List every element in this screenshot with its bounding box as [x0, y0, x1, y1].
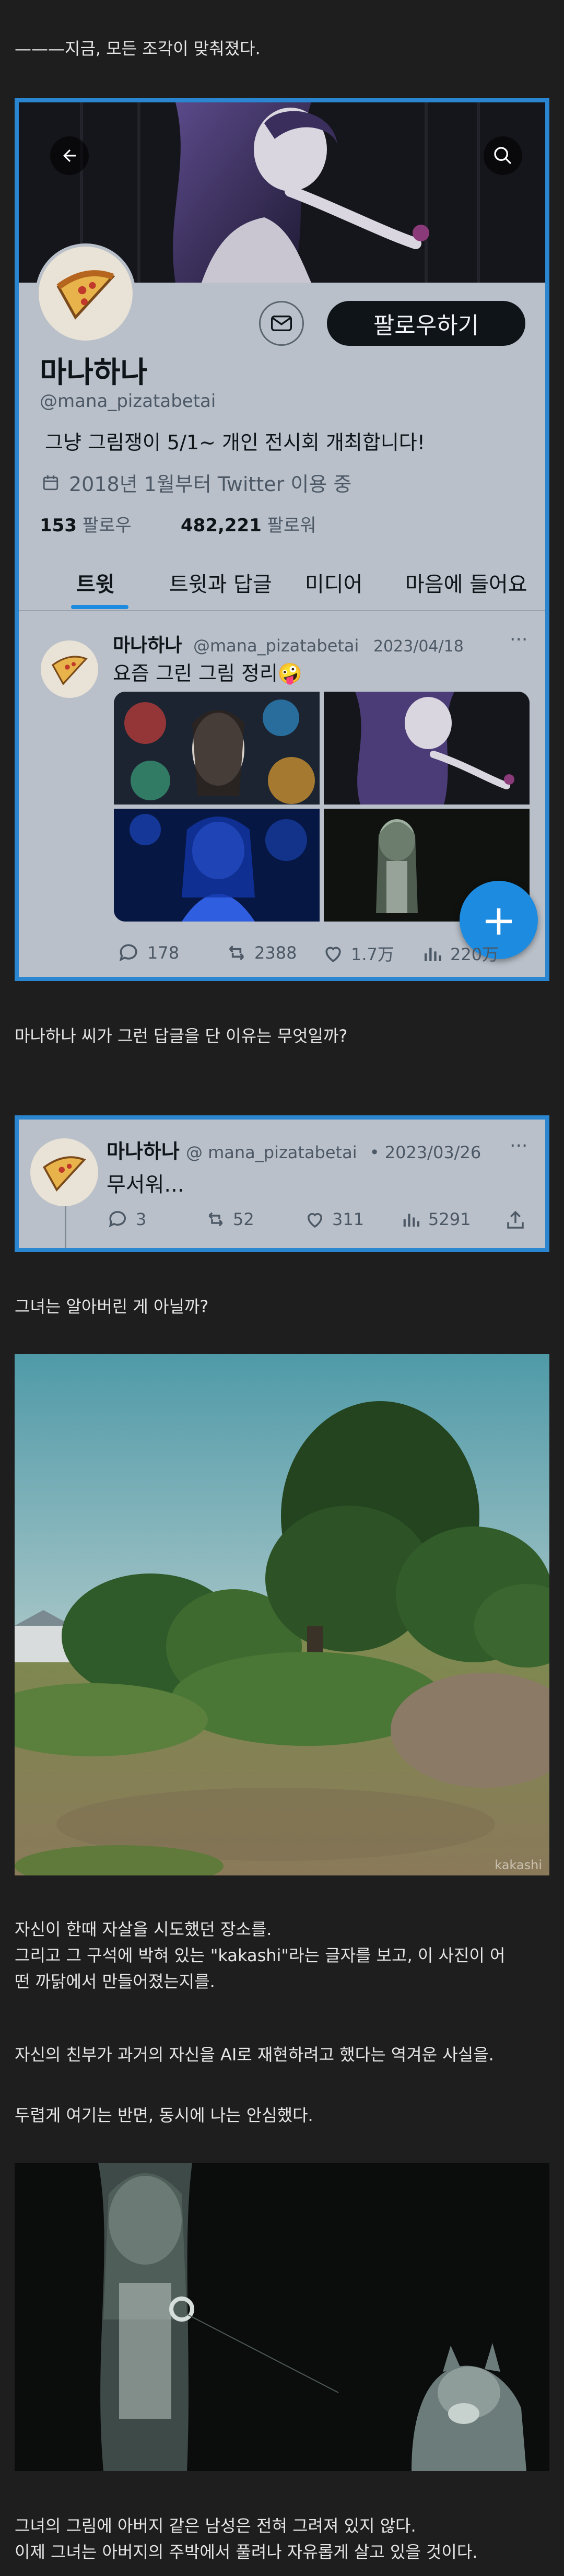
paragraph-1: 자신이 한때 자살을 시도했던 장소를. 그리고 그 구석에 박혀 있는 "ka… — [15, 1916, 549, 1995]
follow-button[interactable]: 팔로우하기 — [327, 301, 525, 346]
views-count: 220万 — [450, 945, 499, 964]
final-paragraph: 그녀의 그림에 아버지 같은 남성은 전혀 그려져 있지 않다. 이제 그녀는 … — [15, 2513, 549, 2565]
search-icon[interactable] — [484, 136, 522, 175]
more-options-icon[interactable]: ··· — [510, 629, 527, 650]
tab-tweets-replies[interactable]: 트윗과 답글 — [169, 567, 272, 598]
final-line-2: 이제 그녀는 아버지의 주박에서 풀려나 자유롭게 살고 있을 것이다. — [15, 2542, 478, 2562]
paragraph-1-line-1: 자신이 한때 자살을 시도했던 장소를. — [15, 1919, 272, 1939]
joined-row: 2018년 1월부터 Twitter 이용 중 — [42, 468, 351, 497]
reply-retweet-count: 52 — [233, 1209, 254, 1229]
paragraph-2: 자신의 친부가 과거의 자신을 AI로 재현하려고 했다는 역겨운 사실을. — [15, 2045, 494, 2065]
reply-author-name: 마나하나 — [107, 1140, 180, 1163]
like-count: 1.7万 — [351, 945, 394, 964]
tweet-date: 2023/04/18 — [373, 637, 464, 656]
tweet-header: 마나하나 @mana_pizatabetai 2023/04/18 — [113, 630, 464, 657]
photo-watermark: kakashi — [495, 1858, 542, 1872]
purple-hair-girl-image — [324, 692, 530, 805]
heart-icon — [307, 1213, 323, 1228]
paragraph-1-line-3: 떤 까닭에서 만들어졌는지를. — [15, 1972, 215, 1991]
followers-count: 482,221 — [181, 515, 262, 536]
reply-icon — [109, 1211, 126, 1228]
thread-line — [65, 1206, 66, 1248]
followers-stat[interactable]: 482,221 팔로워 — [181, 511, 316, 537]
reply-header: 마나하나 @ mana_pizatabetai • 2023/03/26 — [107, 1135, 481, 1164]
girl-and-dog-illustration — [15, 2163, 549, 2471]
tab-media[interactable]: 미디어 — [305, 567, 362, 598]
retweet-icon — [208, 1212, 223, 1227]
heart-icon — [325, 947, 341, 962]
retweet-stat[interactable]: 2388 — [225, 941, 297, 964]
tweet-media-2[interactable] — [324, 692, 530, 805]
tweet-author-handle: @mana_pizatabetai — [193, 636, 359, 656]
following-stat[interactable]: 153 팔로우 — [40, 511, 132, 537]
following-label: 팔로우 — [82, 515, 132, 536]
intro-text: ———지금, 모든 조각이 맞춰졌다. — [15, 39, 261, 59]
reply-reply-count: 3 — [136, 1209, 147, 1229]
profile-avatar[interactable] — [36, 243, 136, 344]
realize-text: 그녀는 알아버린 게 아닐까? — [15, 1297, 209, 1316]
girl-with-dog-image — [15, 2163, 549, 2471]
field-with-trees-image — [15, 1354, 549, 1875]
landscape-photo: kakashi — [15, 1354, 549, 1875]
reply-date: • 2023/03/26 — [369, 1143, 481, 1162]
active-tab-indicator — [71, 605, 128, 609]
profile-bio: 그냥 그림쟁이 5/1~ 개인 전시회 개최합니다! — [45, 431, 425, 454]
tweet-text: 요즘 그린 그림 정리🤪 — [113, 662, 303, 685]
question-text: 마나하나 씨가 그런 답글을 단 이유는 무엇일까? — [15, 1026, 348, 1046]
final-line-1: 그녀의 그림에 아버지 같은 남성은 전혀 그려져 있지 않다. — [15, 2516, 416, 2536]
pizza-icon — [51, 656, 88, 685]
joined-date: 2018년 1월부터 Twitter 이용 중 — [69, 473, 352, 496]
pizza-icon — [43, 1156, 86, 1192]
blue-girl-image — [114, 809, 320, 922]
profile-handle: @mana_pizatabetai — [40, 391, 216, 412]
tweet-author-name: 마나하나 — [113, 635, 182, 656]
colorful-portrait-image — [114, 692, 320, 805]
more-options-icon[interactable]: ··· — [510, 1135, 527, 1157]
pizza-icon — [56, 270, 115, 320]
reply-author-handle: @ mana_pizatabetai — [185, 1143, 357, 1162]
following-count: 153 — [40, 515, 77, 536]
reply-stat[interactable]: 178 — [118, 941, 179, 964]
views-chart-icon — [403, 1214, 420, 1227]
retweet-icon — [229, 945, 244, 961]
reply-text: 무서워... — [107, 1173, 184, 1197]
tweet-media-3[interactable] — [114, 809, 320, 922]
reply-count: 178 — [147, 943, 180, 963]
retweet-count: 2388 — [254, 943, 297, 963]
reply-reply-stat[interactable]: 3 — [108, 1208, 146, 1230]
message-icon[interactable] — [259, 301, 304, 346]
followers-label: 팔로워 — [267, 515, 316, 536]
tweet-media-1[interactable] — [114, 692, 320, 805]
reply-like-stat[interactable]: 311 — [304, 1208, 364, 1230]
tab-likes[interactable]: 마음에 들어요 — [405, 567, 527, 598]
reply-retweet-stat[interactable]: 52 — [205, 1208, 254, 1230]
reply-like-count: 311 — [332, 1209, 365, 1229]
reply-views-count: 5291 — [428, 1209, 471, 1229]
divider — [19, 610, 545, 611]
back-arrow-icon[interactable] — [50, 136, 89, 175]
reply-avatar[interactable] — [30, 1138, 98, 1206]
profile-name: 마나하나 — [40, 356, 148, 390]
reply-tweet-screenshot: 마나하나 @ mana_pizatabetai • 2023/03/26 ···… — [15, 1115, 549, 1252]
calendar-icon — [43, 475, 58, 490]
share-icon[interactable] — [504, 1209, 526, 1233]
reply-icon — [119, 944, 137, 962]
views-stat[interactable]: 220万 — [421, 941, 499, 965]
reply-views-stat[interactable]: 5291 — [400, 1208, 471, 1230]
paragraph-1-line-2: 그리고 그 구석에 박혀 있는 "kakashi"라는 글자를 보고, 이 사진… — [15, 1945, 506, 1965]
profile-screenshot: 팔로우하기 마나하나 @mana_pizatabetai 그냥 그림쟁이 5/1… — [15, 98, 549, 981]
tab-tweets[interactable]: 트윗 — [76, 567, 115, 598]
tweet-avatar[interactable] — [41, 640, 98, 698]
views-chart-icon — [424, 948, 441, 961]
like-stat[interactable]: 1.7万 — [322, 941, 394, 965]
paragraph-3: 두렵게 여기는 반면, 동시에 나는 안심했다. — [15, 2105, 313, 2125]
